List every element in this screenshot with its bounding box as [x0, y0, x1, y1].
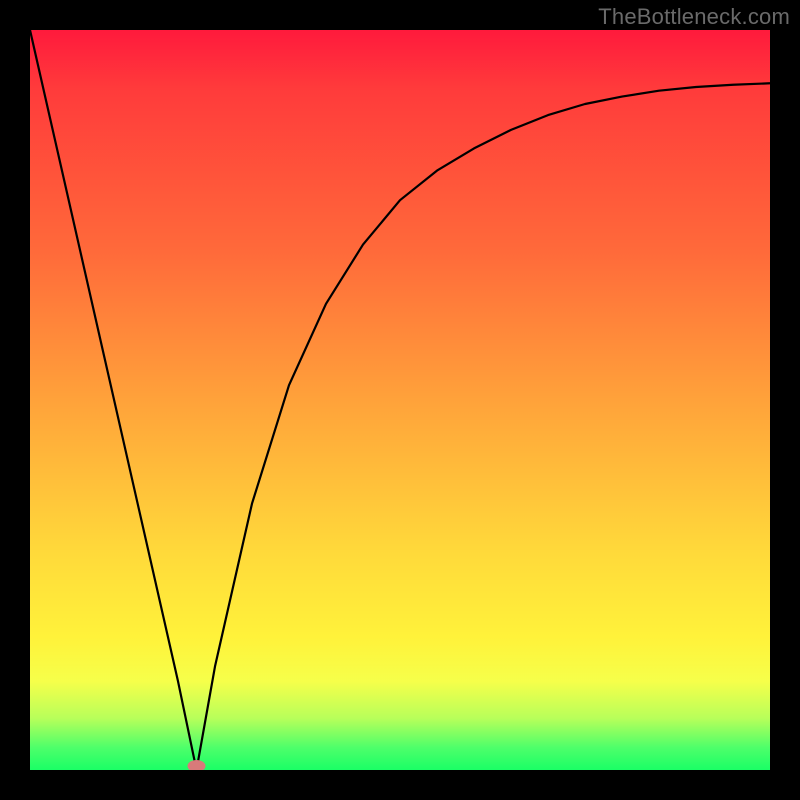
bottleneck-curve: [30, 30, 770, 770]
watermark-label: TheBottleneck.com: [598, 4, 790, 30]
optimum-marker: [188, 760, 206, 770]
chart-frame: TheBottleneck.com: [0, 0, 800, 800]
plot-area: [30, 30, 770, 770]
curve-layer: [30, 30, 770, 770]
